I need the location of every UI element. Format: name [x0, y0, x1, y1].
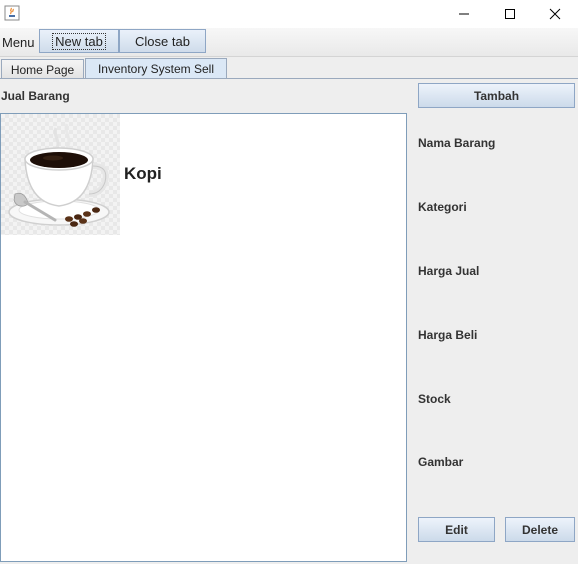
title-bar — [0, 0, 578, 28]
item-list-panel[interactable]: Kopi — [0, 113, 407, 562]
field-label-harga-jual: Harga Jual — [418, 264, 480, 278]
item-name: Kopi — [124, 164, 162, 183]
new-tab-label: New tab — [52, 32, 106, 50]
field-label-kategori: Kategori — [418, 200, 467, 214]
tab-divider — [0, 78, 578, 79]
section-title: Jual Barang — [1, 89, 70, 103]
menu-toolbar: Menu New tab Close tab — [0, 28, 578, 57]
minimize-icon — [458, 5, 470, 24]
delete-button[interactable]: Delete — [505, 517, 575, 542]
add-button[interactable]: Tambah — [418, 83, 575, 108]
close-icon — [549, 5, 561, 24]
edit-button[interactable]: Edit — [418, 517, 495, 542]
minimize-button[interactable] — [441, 0, 487, 28]
app-window: Menu New tab Close tab Home Page Invento… — [0, 0, 578, 564]
close-tab-button[interactable]: Close tab — [119, 29, 206, 53]
maximize-button[interactable] — [487, 0, 533, 28]
coffee-cup-image — [1, 114, 120, 235]
tab-inventory-system-sell[interactable]: Inventory System Sell — [85, 58, 227, 79]
java-app-icon — [4, 5, 20, 21]
close-window-button[interactable] — [532, 0, 578, 28]
tab-strip: Home Page Inventory System Sell — [0, 57, 578, 79]
list-item[interactable]: Kopi — [1, 114, 406, 235]
field-label-gambar: Gambar — [418, 455, 464, 469]
field-label-harga-beli: Harga Beli — [418, 328, 478, 342]
tab-home-page[interactable]: Home Page — [1, 59, 84, 79]
maximize-icon — [504, 5, 516, 24]
menu-label[interactable]: Menu — [2, 35, 35, 50]
new-tab-button[interactable]: New tab — [39, 29, 119, 53]
field-label-nama-barang: Nama Barang — [418, 136, 496, 150]
field-label-stock: Stock — [418, 392, 451, 406]
